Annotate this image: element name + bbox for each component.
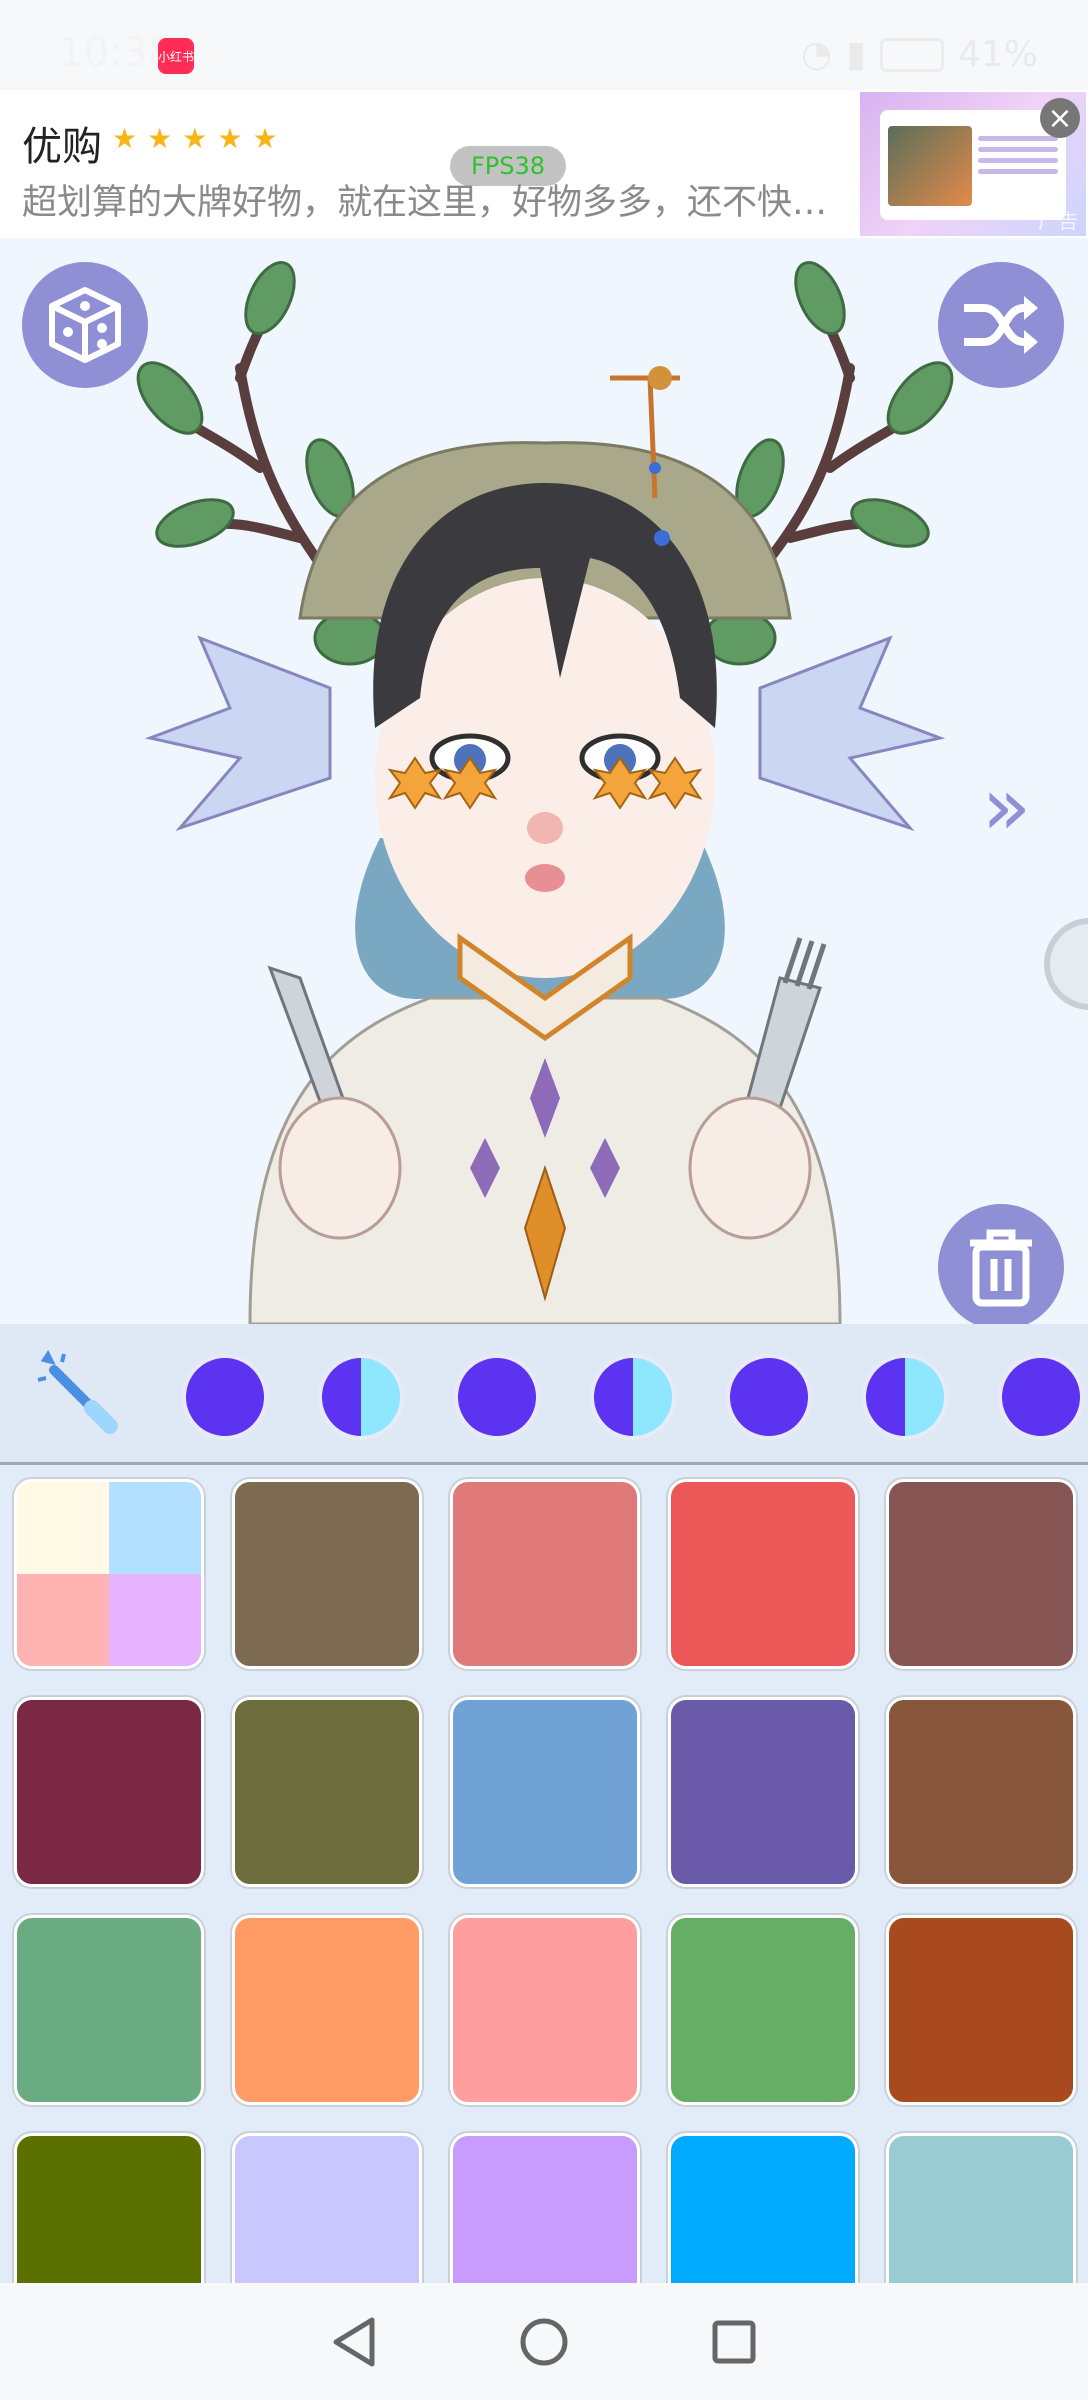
face-tool-7[interactable] xyxy=(998,1354,1084,1440)
battery-icon xyxy=(879,37,944,72)
color-swatch[interactable] xyxy=(14,1915,204,2105)
clock: 10:38 xyxy=(58,30,174,76)
part-toolbar xyxy=(0,1324,1088,1465)
color-swatch[interactable] xyxy=(668,2133,858,2283)
ad-thumbnail-photo xyxy=(888,126,972,206)
color-swatch[interactable] xyxy=(886,1697,1076,1887)
ad-rating: ★ ★ ★ ★ ★ xyxy=(112,122,278,155)
magic-wand-icon[interactable] xyxy=(34,1350,124,1440)
back-triangle-icon xyxy=(333,2317,375,2366)
battery-percent: 41% xyxy=(957,34,1038,75)
fps-counter: FPS38 xyxy=(450,146,566,186)
star-icon: ★ xyxy=(112,122,138,155)
recent-square-icon xyxy=(712,2320,756,2363)
ad-close-button[interactable]: × xyxy=(1040,98,1080,138)
color-swatch[interactable] xyxy=(232,1479,422,1669)
star-icon: ★ xyxy=(147,122,173,155)
ad-label: 广告 xyxy=(1038,209,1078,233)
ad-description: 超划算的大牌好物，就在这里，好物多多，还不快… xyxy=(22,183,828,223)
color-swatch[interactable] xyxy=(232,2133,422,2283)
color-swatch[interactable] xyxy=(450,1697,640,1887)
home-circle-icon xyxy=(520,2318,568,2365)
wifi-icon: ◔ xyxy=(800,34,833,75)
color-swatch[interactable] xyxy=(450,2133,640,2283)
status-bar: 10:38 小红书 ◔ ▮ 41% xyxy=(0,0,1088,90)
color-swatch[interactable] xyxy=(14,2133,204,2283)
random-dice-button[interactable] xyxy=(22,262,148,388)
home-button[interactable] xyxy=(514,2312,574,2372)
next-arrow-button[interactable]: » xyxy=(982,760,1031,853)
face-tool-1[interactable] xyxy=(182,1354,268,1440)
face-tool-4[interactable] xyxy=(590,1354,676,1440)
color-swatch[interactable] xyxy=(886,1479,1076,1669)
ad-thumbnail-card xyxy=(880,110,1066,220)
character-illustration xyxy=(136,261,954,1324)
trash-icon xyxy=(970,1229,1032,1307)
color-swatch[interactable] xyxy=(232,1697,422,1887)
color-swatch-multicolor[interactable] xyxy=(14,1479,204,1669)
color-swatch[interactable] xyxy=(232,1915,422,2105)
color-swatch[interactable] xyxy=(668,1479,858,1669)
app-badge-icon: 小红书 xyxy=(158,38,194,74)
multicolor-quadrant xyxy=(17,1574,109,1666)
face-tool-5[interactable] xyxy=(726,1354,812,1440)
ad-title: 优购 xyxy=(22,124,102,170)
shuffle-button[interactable] xyxy=(938,262,1064,388)
ad-thumbnail-text xyxy=(978,130,1058,190)
system-nav-bar xyxy=(0,2283,1088,2400)
recent-apps-button[interactable] xyxy=(704,2312,764,2372)
multicolor-quadrant xyxy=(109,1574,201,1666)
star-icon: ★ xyxy=(217,122,243,155)
color-swatch[interactable] xyxy=(14,1697,204,1887)
star-icon: ★ xyxy=(182,122,208,155)
face-tool-3[interactable] xyxy=(454,1354,540,1440)
color-swatch[interactable] xyxy=(450,1479,640,1669)
back-button[interactable] xyxy=(324,2312,384,2372)
star-icon: ★ xyxy=(252,122,278,155)
multicolor-quadrant xyxy=(109,1482,201,1574)
color-swatch[interactable] xyxy=(886,2133,1076,2283)
face-tool-2[interactable] xyxy=(318,1354,404,1440)
delete-button[interactable] xyxy=(938,1204,1064,1324)
color-swatch[interactable] xyxy=(450,1915,640,2105)
shuffle-icon xyxy=(964,296,1038,354)
color-palette xyxy=(0,1465,1088,2283)
color-swatch[interactable] xyxy=(668,1697,858,1887)
dice-icon xyxy=(49,287,121,363)
color-swatch[interactable] xyxy=(668,1915,858,2105)
ad-thumbnail[interactable]: × 广告 xyxy=(860,92,1086,236)
signal-icon: ▮ xyxy=(846,34,866,75)
ad-banner[interactable]: 优购 ★ ★ ★ ★ ★ 超划算的大牌好物，就在这里，好物多多，还不快… FPS… xyxy=(0,90,1088,238)
character-canvas[interactable]: » xyxy=(0,238,1088,1324)
multicolor-quadrant xyxy=(17,1482,109,1574)
status-icons: ◔ ▮ 41% xyxy=(801,34,1038,75)
color-swatch[interactable] xyxy=(886,1915,1076,2105)
face-tool-6[interactable] xyxy=(862,1354,948,1440)
